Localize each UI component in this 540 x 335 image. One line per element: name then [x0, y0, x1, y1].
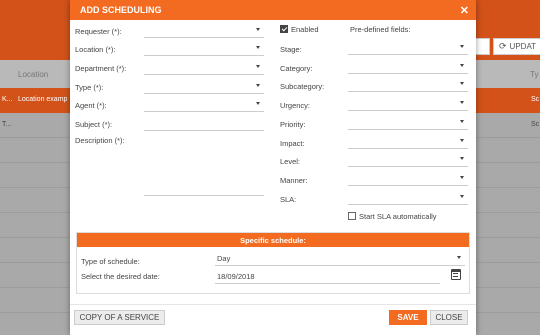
specific-schedule-title: Specific schedule: [77, 233, 469, 247]
urgency-select[interactable] [348, 97, 468, 111]
type-of-schedule-label: Type of schedule: [81, 257, 140, 266]
chevron-down-icon [256, 102, 260, 105]
type-select[interactable] [144, 80, 264, 94]
copy-service-button[interactable]: COPY OF A SERVICE [74, 310, 165, 325]
location-label: Location (*): [75, 45, 116, 54]
stage-label: Stage: [280, 45, 302, 54]
impact-label: Impact: [280, 139, 305, 148]
priority-select[interactable] [348, 116, 468, 130]
chevron-down-icon [256, 46, 260, 49]
chevron-down-icon [460, 101, 464, 104]
department-select[interactable] [144, 61, 264, 75]
chevron-down-icon [460, 64, 464, 67]
enabled-checkbox[interactable] [280, 25, 288, 33]
predefined-fields-label: Pre-defined fields: [350, 25, 411, 34]
close-label: CLOSE [435, 313, 463, 322]
subcategory-label: Subcategory: [280, 82, 325, 91]
chevron-down-icon [256, 65, 260, 68]
manner-select[interactable] [348, 172, 468, 186]
agent-select[interactable] [144, 98, 264, 112]
location-select[interactable] [144, 42, 264, 56]
requester-select[interactable] [144, 24, 264, 38]
subject-input[interactable] [144, 117, 264, 131]
start-sla-label: Start SLA automatically [359, 212, 437, 221]
cell: K... [2, 96, 13, 103]
manner-label: Manner: [280, 176, 308, 185]
close-icon[interactable]: ✕ [460, 4, 469, 17]
cell: Location examp [18, 96, 68, 103]
desired-date-input[interactable]: 18/09/2018 [215, 270, 440, 284]
subject-label: Subject (*): [75, 120, 113, 129]
save-button[interactable]: SAVE [389, 310, 427, 325]
chevron-down-icon [256, 84, 260, 87]
footer-divider [70, 304, 476, 305]
type-of-schedule-select[interactable]: Day [215, 252, 465, 266]
dialog-header: ADD SCHEDULING ✕ [70, 0, 476, 20]
description-label: Description (*): [75, 136, 125, 145]
sla-label: SLA: [280, 195, 297, 204]
subcategory-select[interactable] [348, 78, 468, 92]
cell: Sc [531, 121, 540, 128]
chevron-down-icon [460, 139, 464, 142]
calendar-icon[interactable] [451, 269, 461, 280]
copy-service-label: COPY OF A SERVICE [79, 313, 160, 322]
stage-select[interactable] [348, 41, 468, 55]
column-type: Ty [530, 70, 539, 79]
cell: T... [2, 121, 12, 128]
impact-select[interactable] [348, 135, 468, 149]
dialog-title: ADD SCHEDULING [80, 5, 162, 15]
update-button[interactable]: ⟳ UPDAT [493, 38, 540, 55]
desired-date-value: 18/09/2018 [217, 272, 255, 281]
category-label: Category: [280, 64, 313, 73]
column-location: Location [18, 70, 49, 79]
add-scheduling-dialog: ADD SCHEDULING ✕ Requester (*): Location… [70, 0, 476, 335]
category-select[interactable] [348, 60, 468, 74]
chevron-down-icon [460, 45, 464, 48]
enabled-label: Enabled [291, 25, 319, 34]
start-sla-checkbox[interactable] [348, 212, 356, 220]
desired-date-label: Select the desired date: [81, 272, 160, 281]
type-of-schedule-value: Day [217, 254, 231, 263]
close-button[interactable]: CLOSE [430, 310, 468, 325]
chevron-down-icon [460, 120, 464, 123]
chevron-down-icon [460, 176, 464, 179]
requester-label: Requester (*): [75, 27, 122, 36]
chevron-down-icon [460, 157, 464, 160]
specific-schedule-panel: Specific schedule: Type of schedule: Day… [76, 232, 470, 294]
priority-label: Priority: [280, 120, 306, 129]
level-select[interactable] [348, 153, 468, 167]
update-button-label: UPDAT [509, 42, 537, 51]
agent-label: Agent (*): [75, 101, 107, 110]
urgency-label: Urgency: [280, 101, 311, 110]
chevron-down-icon [460, 195, 464, 198]
chevron-down-icon [457, 256, 461, 259]
level-label: Level: [280, 157, 301, 166]
description-textarea[interactable] [144, 134, 264, 196]
refresh-icon: ⟳ [499, 41, 507, 51]
chevron-down-icon [460, 82, 464, 85]
sla-select[interactable] [348, 191, 468, 205]
chevron-down-icon [256, 28, 260, 31]
cell: Sc [531, 96, 540, 103]
type-label: Type (*): [75, 83, 104, 92]
save-label: SAVE [397, 313, 419, 322]
department-label: Department (*): [75, 64, 127, 73]
